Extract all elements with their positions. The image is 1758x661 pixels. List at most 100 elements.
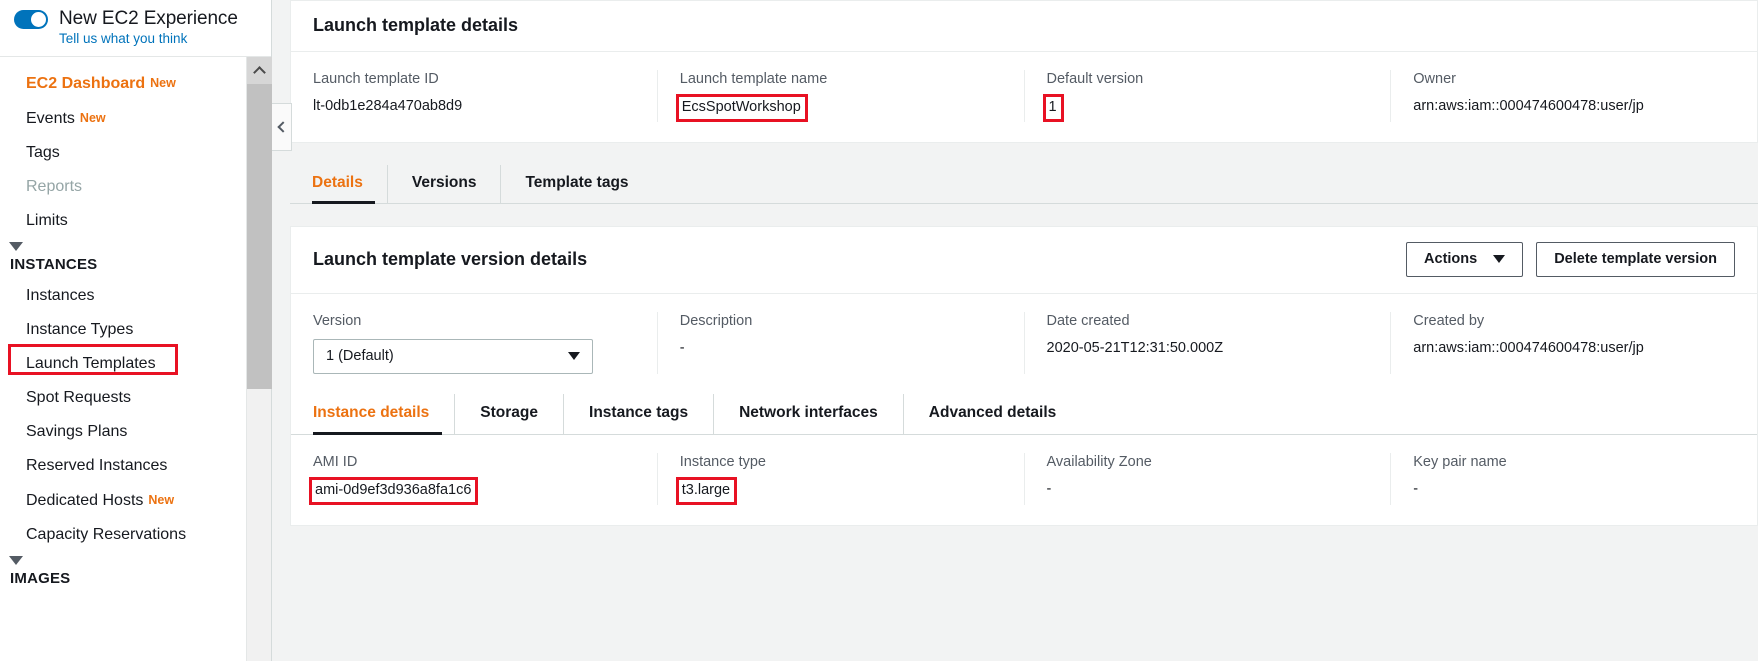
instance-details-grid: AMI ID ami-0d9ef3d936a8fa1c6 Instance ty… xyxy=(291,435,1757,525)
sidebar-item-instance-types[interactable]: Instance Types xyxy=(0,313,271,347)
version-details-grid: Version 1 (Default) Description - Date c… xyxy=(291,294,1757,394)
sidebar-item-launch-templates[interactable]: Launch Templates xyxy=(0,347,271,381)
sidebar-item-label: Dedicated Hosts xyxy=(26,492,144,509)
field-value: 1 xyxy=(1042,94,1064,122)
field-value: lt-0db1e284a470ab8d9 xyxy=(313,98,463,114)
tab-storage[interactable]: Storage xyxy=(454,394,563,434)
sidebar-item-instances[interactable]: Instances xyxy=(0,279,271,313)
field-value: t3.large xyxy=(675,477,738,505)
delete-template-version-button[interactable]: Delete template version xyxy=(1536,242,1735,277)
sidebar-collapse-button[interactable] xyxy=(272,103,292,151)
field-value: - xyxy=(679,340,685,356)
sidebar-item-spot-requests[interactable]: Spot Requests xyxy=(0,381,271,415)
feedback-link[interactable]: Tell us what you think xyxy=(59,31,271,46)
sidebar-section-instances: INSTANCES xyxy=(10,256,98,273)
field-ami-id: AMI ID ami-0d9ef3d936a8fa1c6 xyxy=(291,453,657,505)
field-default-version: Default version 1 xyxy=(1023,70,1391,122)
sidebar-item-reserved-instances[interactable]: Reserved Instances xyxy=(0,449,271,483)
field-label: Availability Zone xyxy=(1046,454,1152,470)
version-action-buttons: Actions Delete template version xyxy=(1406,242,1735,277)
template-tabs: Details Versions Template tags xyxy=(290,165,1758,204)
sidebar-item-capacity-reservations[interactable]: Capacity Reservations xyxy=(0,518,271,552)
sidebar-item-label: Events xyxy=(26,110,75,127)
field-label: AMI ID xyxy=(313,454,358,470)
field-value: ami-0d9ef3d936a8fa1c6 xyxy=(309,477,479,505)
field-launch-template-id: Launch template ID lt-0db1e284a470ab8d9 xyxy=(291,70,657,122)
tab-network-interfaces[interactable]: Network interfaces xyxy=(713,394,903,434)
new-experience-toggle-row[interactable]: New EC2 Experience xyxy=(14,8,271,30)
sidebar: New EC2 Experience Tell us what you thin… xyxy=(0,0,272,661)
actions-button[interactable]: Actions xyxy=(1406,242,1524,277)
sidebar-item-ec2-dashboard[interactable]: EC2 Dashboard New xyxy=(0,66,271,101)
sidebar-scrollbar[interactable] xyxy=(246,57,272,661)
main-content: Launch template details Launch template … xyxy=(272,0,1758,661)
new-experience-label: New EC2 Experience xyxy=(59,8,238,29)
version-details-header: Launch template version details Actions … xyxy=(291,227,1757,294)
actions-button-label: Actions xyxy=(1424,251,1478,267)
new-experience-toggle-icon[interactable] xyxy=(14,9,48,29)
chevron-down-icon xyxy=(9,242,23,251)
sidebar-item-tags[interactable]: Tags xyxy=(0,136,271,170)
version-detail-tabs: Instance details Storage Instance tags N… xyxy=(291,394,1757,435)
field-label: Default version xyxy=(1046,71,1144,87)
sidebar-item-events[interactable]: Events New xyxy=(0,101,271,136)
field-value: arn:aws:iam::000474600478:user/jp xyxy=(1413,98,1644,114)
section-title: Launch template version details xyxy=(313,249,588,269)
chevron-left-icon xyxy=(277,121,289,133)
new-badge: New xyxy=(79,111,106,125)
tab-instance-details[interactable]: Instance details xyxy=(313,394,454,435)
sidebar-header: New EC2 Experience Tell us what you thin… xyxy=(0,0,271,57)
launch-template-version-details-panel: Launch template version details Actions … xyxy=(290,226,1758,526)
field-availability-zone: Availability Zone - xyxy=(1023,453,1391,505)
sidebar-item-savings-plans[interactable]: Savings Plans xyxy=(0,415,271,449)
new-badge: New xyxy=(148,493,175,507)
sidebar-item-limits[interactable]: Limits xyxy=(0,204,271,238)
tab-instance-tags[interactable]: Instance tags xyxy=(563,394,713,434)
sidebar-section-images: IMAGES xyxy=(10,570,71,587)
field-value: - xyxy=(1046,481,1052,497)
field-label: Created by xyxy=(1413,313,1485,329)
launch-template-details-grid: Launch template ID lt-0db1e284a470ab8d9 … xyxy=(291,52,1757,142)
tab-versions[interactable]: Versions xyxy=(386,165,501,203)
chevron-down-icon xyxy=(568,352,580,360)
scroll-up-button[interactable] xyxy=(247,57,272,84)
images-section-toggle[interactable] xyxy=(0,552,271,568)
chevron-up-icon xyxy=(253,65,266,79)
field-label: Launch template name xyxy=(679,71,828,87)
sidebar-nav: EC2 Dashboard New Events New Tags Reports … xyxy=(0,57,271,661)
field-key-pair-name: Key pair name - xyxy=(1390,453,1757,505)
chevron-down-icon xyxy=(1493,255,1506,263)
field-owner: Owner arn:aws:iam::000474600478:user/jp xyxy=(1390,70,1757,122)
field-label: Version xyxy=(313,313,362,329)
ec2-launch-template-page: New EC2 Experience Tell us what you thin… xyxy=(0,0,1758,661)
field-instance-type: Instance type t3.large xyxy=(656,453,1024,505)
tab-details[interactable]: Details xyxy=(312,165,387,204)
page-title: Launch template details xyxy=(313,15,519,35)
field-created-by: Created by arn:aws:iam::000474600478:use… xyxy=(1390,312,1757,374)
sidebar-item-reports[interactable]: Reports xyxy=(0,170,271,204)
field-label: Instance type xyxy=(679,454,766,470)
tab-template-tags[interactable]: Template tags xyxy=(500,165,652,203)
launch-template-details-panel: Launch template details Launch template … xyxy=(290,0,1758,143)
chevron-down-icon xyxy=(9,556,23,565)
field-description: Description - xyxy=(656,312,1024,374)
field-label: Date created xyxy=(1046,313,1130,329)
field-value: - xyxy=(1413,481,1419,497)
sidebar-item-dedicated-hosts[interactable]: Dedicated Hosts New xyxy=(0,483,271,518)
version-select[interactable]: 1 (Default) xyxy=(313,339,593,374)
field-label: Description xyxy=(679,313,753,329)
new-badge: New xyxy=(150,76,176,90)
field-date-created: Date created 2020-05-21T12:31:50.000Z xyxy=(1023,312,1391,374)
version-select-value: 1 (Default) xyxy=(326,348,394,364)
field-label: Owner xyxy=(1413,71,1456,87)
scrollbar-thumb[interactable] xyxy=(247,84,272,389)
field-value: 2020-05-21T12:31:50.000Z xyxy=(1046,340,1224,356)
instances-section-toggle[interactable] xyxy=(0,238,271,254)
launch-template-details-header: Launch template details xyxy=(291,1,1757,52)
tab-advanced-details[interactable]: Advanced details xyxy=(902,394,1082,434)
field-value: arn:aws:iam::000474600478:user/jp xyxy=(1413,340,1644,356)
field-label: Key pair name xyxy=(1413,454,1507,470)
field-value: EcsSpotWorkshop xyxy=(675,94,808,122)
field-launch-template-name: Launch template name EcsSpotWorkshop xyxy=(656,70,1024,122)
field-version: Version 1 (Default) xyxy=(291,312,657,374)
